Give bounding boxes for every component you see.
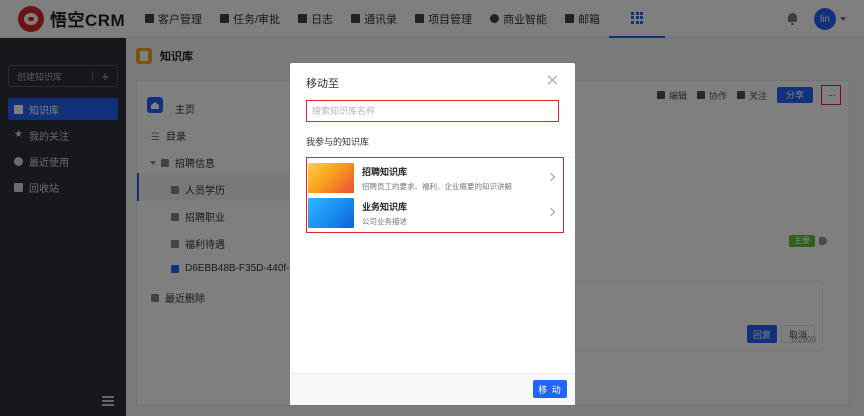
dialog-title: 移动至 [306,78,339,90]
chevron-right-icon [546,207,556,217]
kb-cover-image [308,163,354,193]
kb-name: 业务知识库 [362,201,408,212]
section-label: 我参与的知识库 [306,137,370,147]
close-icon[interactable] [548,75,558,85]
kb-option-business[interactable]: 业务知识库 公司业务描述 [307,195,562,231]
kb-description: 招聘员工的要求、福利、企业概要的知识讲解 [362,181,512,191]
dialog-footer: 移 动 [290,373,575,405]
move-button[interactable]: 移 动 [533,380,567,398]
kb-cover-image [308,198,354,228]
chevron-right-icon [546,172,556,182]
move-to-dialog: 移动至 我参与的知识库 招聘知识库 招聘员工的要求、福利、企业概要的知识讲解 业… [290,63,575,405]
kb-description: 公司业务描述 [362,216,407,226]
search-field [306,100,559,122]
kb-search-input[interactable] [307,101,558,121]
kb-option-recruitment[interactable]: 招聘知识库 招聘员工的要求、福利、企业概要的知识讲解 [307,160,562,196]
kb-list: 招聘知识库 招聘员工的要求、福利、企业概要的知识讲解 业务知识库 公司业务描述 [306,157,564,233]
kb-name: 招聘知识库 [362,166,408,177]
